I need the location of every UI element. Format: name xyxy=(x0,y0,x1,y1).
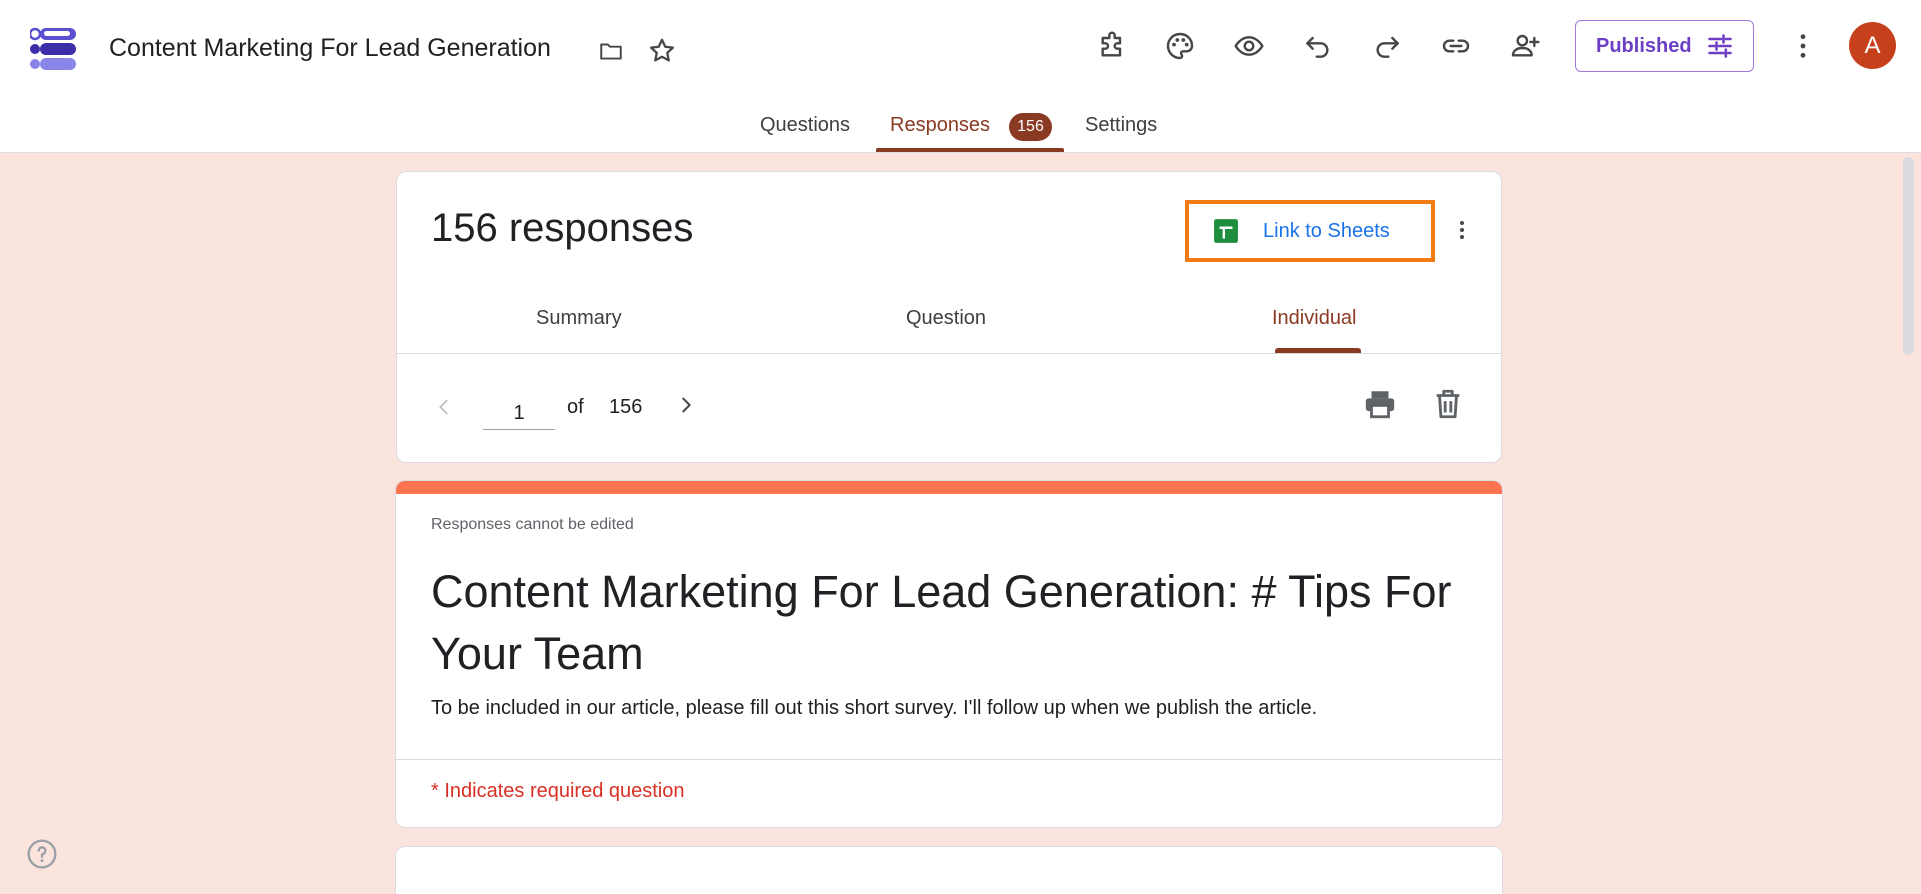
question-card xyxy=(395,846,1503,894)
print-icon[interactable] xyxy=(1363,387,1397,426)
folder-icon[interactable] xyxy=(594,34,628,68)
published-label: Published xyxy=(1596,34,1692,57)
form-card-divider xyxy=(396,759,1502,760)
form-header-card: Responses cannot be edited Content Marke… xyxy=(395,480,1503,828)
sheets-icon xyxy=(1214,219,1238,243)
tab-individual[interactable]: Individual xyxy=(1272,307,1357,330)
more-options-icon[interactable] xyxy=(1783,26,1823,66)
pager-of-label: of xyxy=(567,396,584,418)
app-header: Content Marketing For Lead Generation Pu… xyxy=(0,0,1921,153)
next-response-icon[interactable] xyxy=(675,390,697,425)
form-title: Content Marketing For Lead Generation: #… xyxy=(431,566,1452,679)
add-collaborator-icon[interactable] xyxy=(1505,26,1545,66)
preview-eye-icon[interactable] xyxy=(1229,26,1269,66)
tab-questions[interactable]: Questions xyxy=(760,114,850,137)
form-description: To be included in our article, please fi… xyxy=(431,697,1318,719)
active-tab-indicator xyxy=(876,148,1064,152)
link-to-sheets-button[interactable]: Link to Sheets xyxy=(1185,200,1435,262)
published-button[interactable]: Published xyxy=(1575,20,1754,72)
delete-icon[interactable] xyxy=(1431,387,1465,426)
palette-icon[interactable] xyxy=(1160,26,1200,66)
form-accent-bar xyxy=(396,481,1502,494)
card-divider xyxy=(397,353,1501,354)
previous-response-icon[interactable] xyxy=(433,392,455,427)
addons-puzzle-icon[interactable] xyxy=(1092,26,1132,66)
account-avatar[interactable]: A xyxy=(1849,22,1896,69)
star-icon[interactable] xyxy=(645,34,679,68)
tab-settings[interactable]: Settings xyxy=(1085,114,1157,137)
tab-summary[interactable]: Summary xyxy=(536,307,622,330)
responses-header-card: 156 responses Link to Sheets Summary Que… xyxy=(396,171,1502,463)
pager-total: 156 xyxy=(609,396,643,418)
responses-count-badge: 156 xyxy=(1009,113,1052,141)
page-scrollbar[interactable] xyxy=(1903,157,1914,355)
redo-icon[interactable] xyxy=(1367,26,1407,66)
help-icon[interactable] xyxy=(26,838,58,875)
tab-question[interactable]: Question xyxy=(906,307,986,330)
document-title[interactable]: Content Marketing For Lead Generation xyxy=(109,34,551,63)
response-number-input[interactable]: 1 xyxy=(483,390,555,430)
publish-settings-sliders-icon xyxy=(1707,34,1732,58)
tab-responses[interactable]: Responses xyxy=(890,114,990,137)
link-to-sheets-label: Link to Sheets xyxy=(1263,219,1390,242)
link-icon[interactable] xyxy=(1436,26,1476,66)
responses-count-heading: 156 responses xyxy=(431,206,694,250)
undo-icon[interactable] xyxy=(1298,26,1338,66)
forms-logo-icon[interactable] xyxy=(28,26,80,72)
main-tabs: Questions Responses 156 Settings xyxy=(0,104,1921,152)
required-question-note: * Indicates required question xyxy=(431,780,685,802)
responses-more-icon[interactable] xyxy=(1447,212,1477,248)
not-editable-note: Responses cannot be edited xyxy=(431,516,634,533)
